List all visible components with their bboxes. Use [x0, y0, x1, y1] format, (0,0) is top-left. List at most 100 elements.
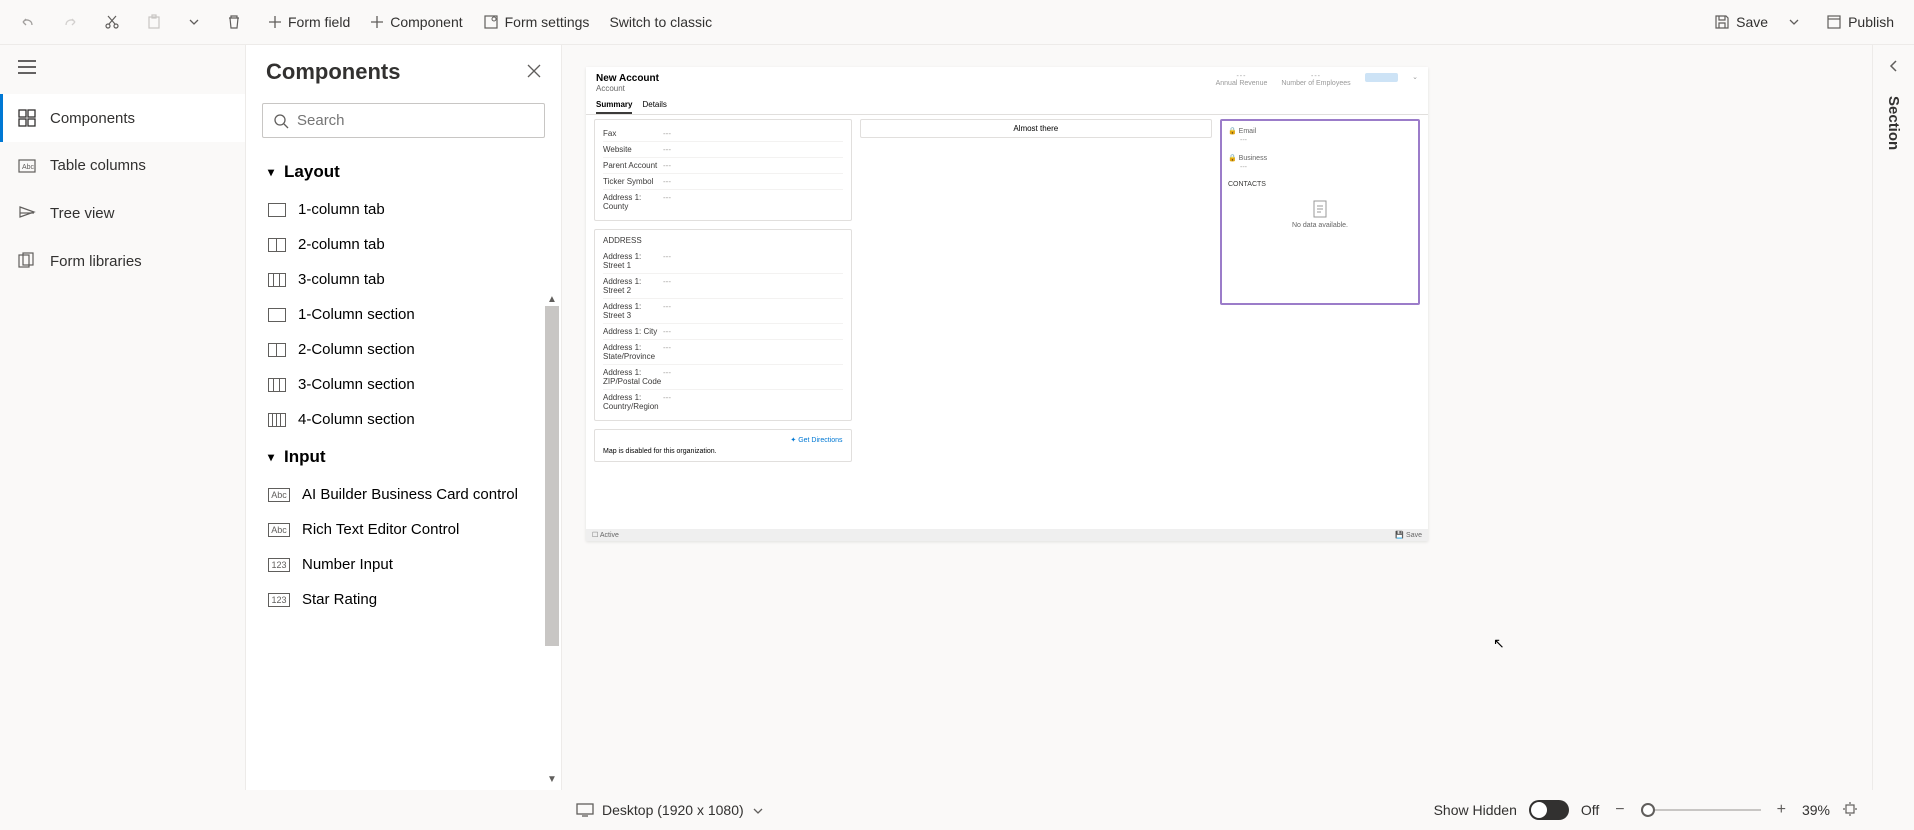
search-box[interactable]	[262, 103, 545, 138]
form-footer: ☐ Active 💾 Save	[586, 529, 1428, 541]
paste-dropdown[interactable]	[178, 0, 216, 45]
nav-label: Components	[50, 110, 135, 127]
component-3-column-tab[interactable]: 3-column tab	[246, 262, 561, 297]
num-icon: 123	[268, 558, 290, 572]
form-title: New Account	[596, 73, 659, 84]
scrollbar-thumb[interactable]	[545, 306, 559, 646]
field-row[interactable]: Address 1: ZIP/Postal Code---	[603, 365, 843, 390]
right-properties-collapsed: Section	[1872, 45, 1914, 790]
form-canvas-area[interactable]: New Account Account ---Annual Revenue --…	[562, 45, 1872, 790]
field-row[interactable]: 🔒 Email---	[1228, 127, 1412, 144]
hamburger-button[interactable]	[0, 45, 245, 94]
settings-icon	[483, 14, 499, 30]
scroll-down-arrow[interactable]: ▼	[545, 774, 559, 786]
tab-details[interactable]: Details	[642, 97, 666, 114]
search-icon	[273, 113, 289, 129]
footer-status: Active	[600, 532, 619, 539]
plus-icon	[370, 15, 384, 29]
field-row[interactable]: Address 1: Street 2---	[603, 274, 843, 299]
switch-to-classic-button[interactable]: Switch to classic	[599, 0, 722, 45]
search-input[interactable]	[297, 112, 534, 129]
form-settings-button[interactable]: Form settings	[473, 0, 600, 45]
selected-section[interactable]: 🔒 Email--- 🔒 Business--- CONTACTS No dat…	[1220, 119, 1420, 305]
chevron-left-icon	[1888, 59, 1900, 73]
delete-button[interactable]	[216, 0, 258, 45]
nav-tree-view[interactable]: Tree view	[0, 189, 245, 237]
nav-form-libraries[interactable]: Form libraries	[0, 237, 245, 285]
item-label: 1-Column section	[298, 306, 415, 323]
zoom-slider[interactable]	[1641, 809, 1761, 811]
left-nav: Components Abc Table columns Tree view F…	[0, 45, 246, 790]
chevron-down-icon[interactable]: ⌄	[1412, 73, 1418, 81]
form-preview[interactable]: New Account Account ---Annual Revenue --…	[586, 67, 1428, 541]
field-row[interactable]: 🔒 Business---	[1228, 154, 1412, 171]
field-row[interactable]: Ticker Symbol---	[603, 174, 843, 190]
save-dropdown[interactable]	[1778, 0, 1816, 45]
field-row[interactable]: Address 1: Street 1---	[603, 249, 843, 274]
field-row[interactable]: Website---	[603, 142, 843, 158]
abc-icon: Abc	[268, 523, 290, 537]
group-title: Input	[284, 447, 326, 467]
publish-button[interactable]: Publish	[1816, 0, 1904, 45]
fit-to-screen-button[interactable]	[1842, 801, 1858, 820]
component-ai-builder-card[interactable]: AbcAI Builder Business Card control	[246, 477, 561, 512]
field-row[interactable]: Address 1: Street 3---	[603, 299, 843, 324]
field-row[interactable]: Address 1: City---	[603, 324, 843, 340]
component-rich-text-editor[interactable]: AbcRich Text Editor Control	[246, 512, 561, 547]
component-star-rating[interactable]: 123Star Rating	[246, 582, 561, 617]
field-row[interactable]: Parent Account---	[603, 158, 843, 174]
footer-save[interactable]: Save	[1406, 532, 1422, 539]
close-panel-button[interactable]	[527, 62, 541, 83]
plus-icon	[268, 15, 282, 29]
nav-label: Tree view	[50, 205, 114, 222]
add-form-field-button[interactable]: Form field	[258, 0, 360, 45]
tab-summary[interactable]: Summary	[596, 97, 632, 114]
zoom-out-button[interactable]: −	[1611, 801, 1628, 819]
cut-button[interactable]	[94, 0, 136, 45]
components-icon	[18, 109, 36, 127]
viewport-selector[interactable]: Desktop (1920 x 1080)	[602, 802, 764, 818]
publish-icon	[1826, 14, 1842, 30]
group-layout-header[interactable]: ▾ Layout	[246, 152, 561, 192]
scroll-up-arrow[interactable]: ▲	[545, 294, 559, 306]
zoom-thumb[interactable]	[1641, 803, 1655, 817]
component-1-column-section[interactable]: 1-Column section	[246, 297, 561, 332]
map-disabled-text: Map is disabled for this organization.	[603, 448, 843, 455]
timeline-placeholder[interactable]: Almost there	[860, 119, 1212, 138]
add-component-button[interactable]: Component	[360, 0, 472, 45]
address-card[interactable]: ADDRESS Address 1: Street 1--- Address 1…	[594, 229, 852, 421]
component-2-column-section[interactable]: 2-Column section	[246, 332, 561, 367]
get-directions-link[interactable]: ✦ Get Directions	[603, 436, 843, 444]
field-row[interactable]: Address 1: State/Province---	[603, 340, 843, 365]
map-card[interactable]: ✦ Get Directions Map is disabled for thi…	[594, 429, 852, 462]
item-label: AI Builder Business Card control	[302, 486, 518, 503]
save-button[interactable]: Save	[1704, 0, 1778, 45]
nav-table-columns[interactable]: Abc Table columns	[0, 142, 245, 189]
tab-3col-icon	[268, 273, 286, 287]
component-1-column-tab[interactable]: 1-column tab	[246, 192, 561, 227]
form-libraries-icon	[18, 252, 36, 270]
nav-components[interactable]: Components	[0, 94, 245, 142]
zoom-in-button[interactable]: +	[1773, 801, 1790, 819]
field-row[interactable]: Address 1: Country/Region---	[603, 390, 843, 414]
component-number-input[interactable]: 123Number Input	[246, 547, 561, 582]
paste-button[interactable]	[136, 0, 178, 45]
expand-properties-button[interactable]	[1888, 59, 1900, 78]
owner-badge: xxxxx	[1365, 73, 1399, 82]
top-toolbar: Form field Component Form settings Switc…	[0, 0, 1914, 45]
component-2-column-tab[interactable]: 2-column tab	[246, 227, 561, 262]
table-columns-icon: Abc	[18, 159, 36, 173]
component-4-column-section[interactable]: 4-Column section	[246, 402, 561, 437]
undo-button[interactable]	[10, 0, 52, 45]
components-list: ▲ ▾ Layout 1-column tab 2-column tab 3-c…	[246, 146, 561, 790]
field-row[interactable]: Address 1: County---	[603, 190, 843, 214]
redo-button[interactable]	[52, 0, 94, 45]
field-row[interactable]: Fax---	[603, 126, 843, 142]
show-hidden-toggle[interactable]	[1529, 800, 1569, 820]
group-input-header[interactable]: ▾ Input	[246, 437, 561, 477]
no-data-placeholder: No data available.	[1228, 200, 1412, 229]
item-label: 4-Column section	[298, 411, 415, 428]
component-3-column-section[interactable]: 3-Column section	[246, 367, 561, 402]
account-info-card[interactable]: Fax--- Website--- Parent Account--- Tick…	[594, 119, 852, 221]
meta-label: Annual Revenue	[1216, 80, 1268, 87]
